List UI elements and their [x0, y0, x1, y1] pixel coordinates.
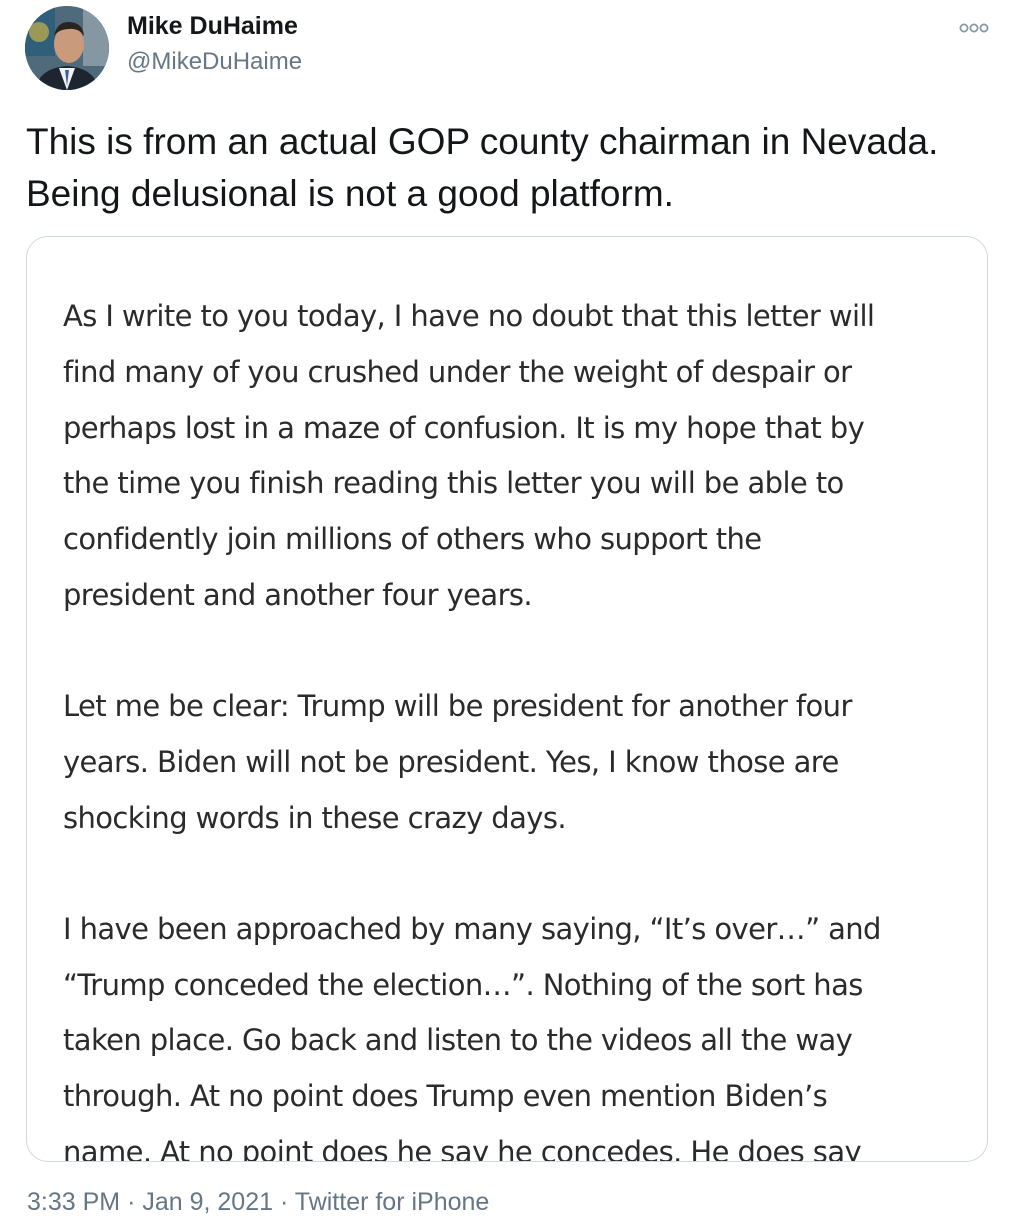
- letter-line: years. Biden will not be president. Yes,…: [63, 744, 839, 779]
- letter-line: president and another four years.: [63, 577, 533, 612]
- letter-line: find many of you crushed under the weigh…: [63, 354, 852, 389]
- attached-image[interactable]: As I write to you today, I have no doubt…: [26, 236, 988, 1162]
- letter-text: As I write to you today, I have no doubt…: [63, 289, 963, 1162]
- letter-line: through. At no point does Trump even men…: [63, 1079, 828, 1113]
- tweet-time[interactable]: 3:33 PM: [27, 1188, 120, 1216]
- letter-line: taken place. Go back and listen to the v…: [63, 1023, 853, 1058]
- letter-line: name. At no point does he say he concede…: [63, 1134, 862, 1162]
- letter-paragraph: Let me be clear: Trump will be president…: [63, 679, 963, 846]
- author-handle[interactable]: @MikeDuHaime: [127, 48, 302, 76]
- tweet-text: This is from an actual GOP county chairm…: [26, 116, 996, 220]
- more-options-icon[interactable]: [958, 20, 990, 36]
- letter-line: confidently join millions of others who …: [63, 522, 762, 556]
- letter-paragraph: I have been approached by many saying, “…: [63, 902, 963, 1162]
- separator-dot: ·: [127, 1188, 136, 1216]
- letter-line: Let me be clear: Trump will be president…: [63, 689, 852, 723]
- separator-dot: ·: [279, 1188, 289, 1216]
- letter-line: shocking words in these crazy days.: [63, 800, 567, 835]
- letter-paragraph: As I write to you today, I have no doubt…: [63, 289, 963, 624]
- profile-photo-image: [25, 6, 109, 90]
- tweet-text-line: This is from an actual GOP county chairm…: [26, 121, 939, 162]
- tweet-source[interactable]: Twitter for iPhone: [295, 1188, 490, 1216]
- tweet-text-line: Being delusional is not a good platform.: [26, 173, 674, 214]
- letter-line: perhaps lost in a maze of confusion. It …: [63, 410, 865, 445]
- tweet-date[interactable]: Jan 9, 2021: [142, 1188, 273, 1216]
- letter-line: I have been approached by many saying, “…: [63, 911, 881, 946]
- tweet-metadata: 3:33 PM · Jan 9, 2021 · Twitter for iPho…: [27, 1188, 489, 1217]
- author-name[interactable]: Mike DuHaime: [127, 12, 298, 41]
- letter-line: As I write to you today, I have no doubt…: [63, 299, 875, 333]
- letter-line: “Trump conceded the election…”. Nothing …: [63, 967, 863, 1002]
- letter-line: the time you finish reading this letter …: [63, 466, 844, 501]
- avatar[interactable]: [25, 6, 109, 90]
